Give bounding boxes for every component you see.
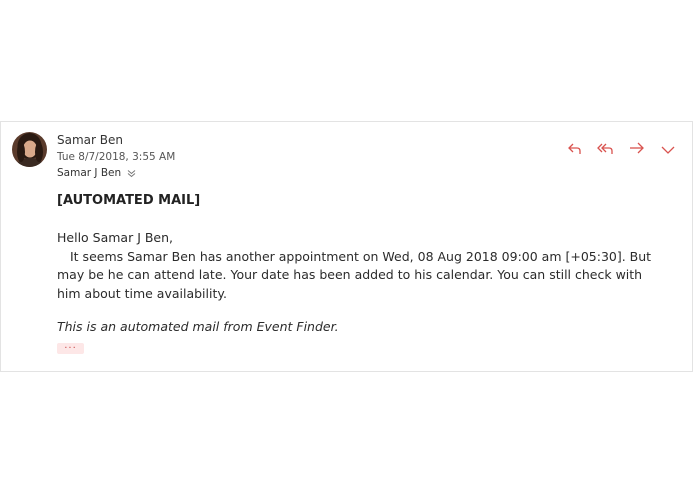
message-subject: [AUTOMATED MAIL] — [57, 193, 201, 208]
chevron-down-icon — [661, 140, 675, 159]
forward-icon — [629, 140, 645, 159]
recipient-name[interactable]: Samar J Ben — [57, 167, 121, 179]
recipient-line: Samar J Ben — [57, 167, 136, 179]
sender-name[interactable]: Samar Ben — [57, 133, 123, 147]
body-paragraph: It seems Samar Ben has another appointme… — [57, 248, 652, 301]
reply-button[interactable] — [565, 141, 584, 157]
message-body: Hello Samar J Ben, It seems Samar Ben ha… — [57, 229, 657, 303]
sent-time: Tue 8/7/2018, 3:55 AM — [57, 151, 176, 163]
message-card: Samar Ben Tue 8/7/2018, 3:55 AM Samar J … — [0, 121, 693, 372]
show-more-button[interactable]: ··· — [57, 343, 84, 354]
avatar[interactable] — [12, 132, 47, 167]
message-actions — [565, 141, 677, 157]
greeting: Hello Samar J Ben, — [57, 230, 174, 245]
footer-note: This is an automated mail from Event Fin… — [57, 319, 339, 334]
reply-all-icon — [596, 140, 615, 159]
double-chevron-down-icon[interactable] — [127, 169, 136, 178]
reply-icon — [567, 140, 583, 159]
forward-button[interactable] — [627, 141, 646, 157]
reply-all-button[interactable] — [596, 141, 615, 157]
more-actions-button[interactable] — [658, 141, 677, 157]
